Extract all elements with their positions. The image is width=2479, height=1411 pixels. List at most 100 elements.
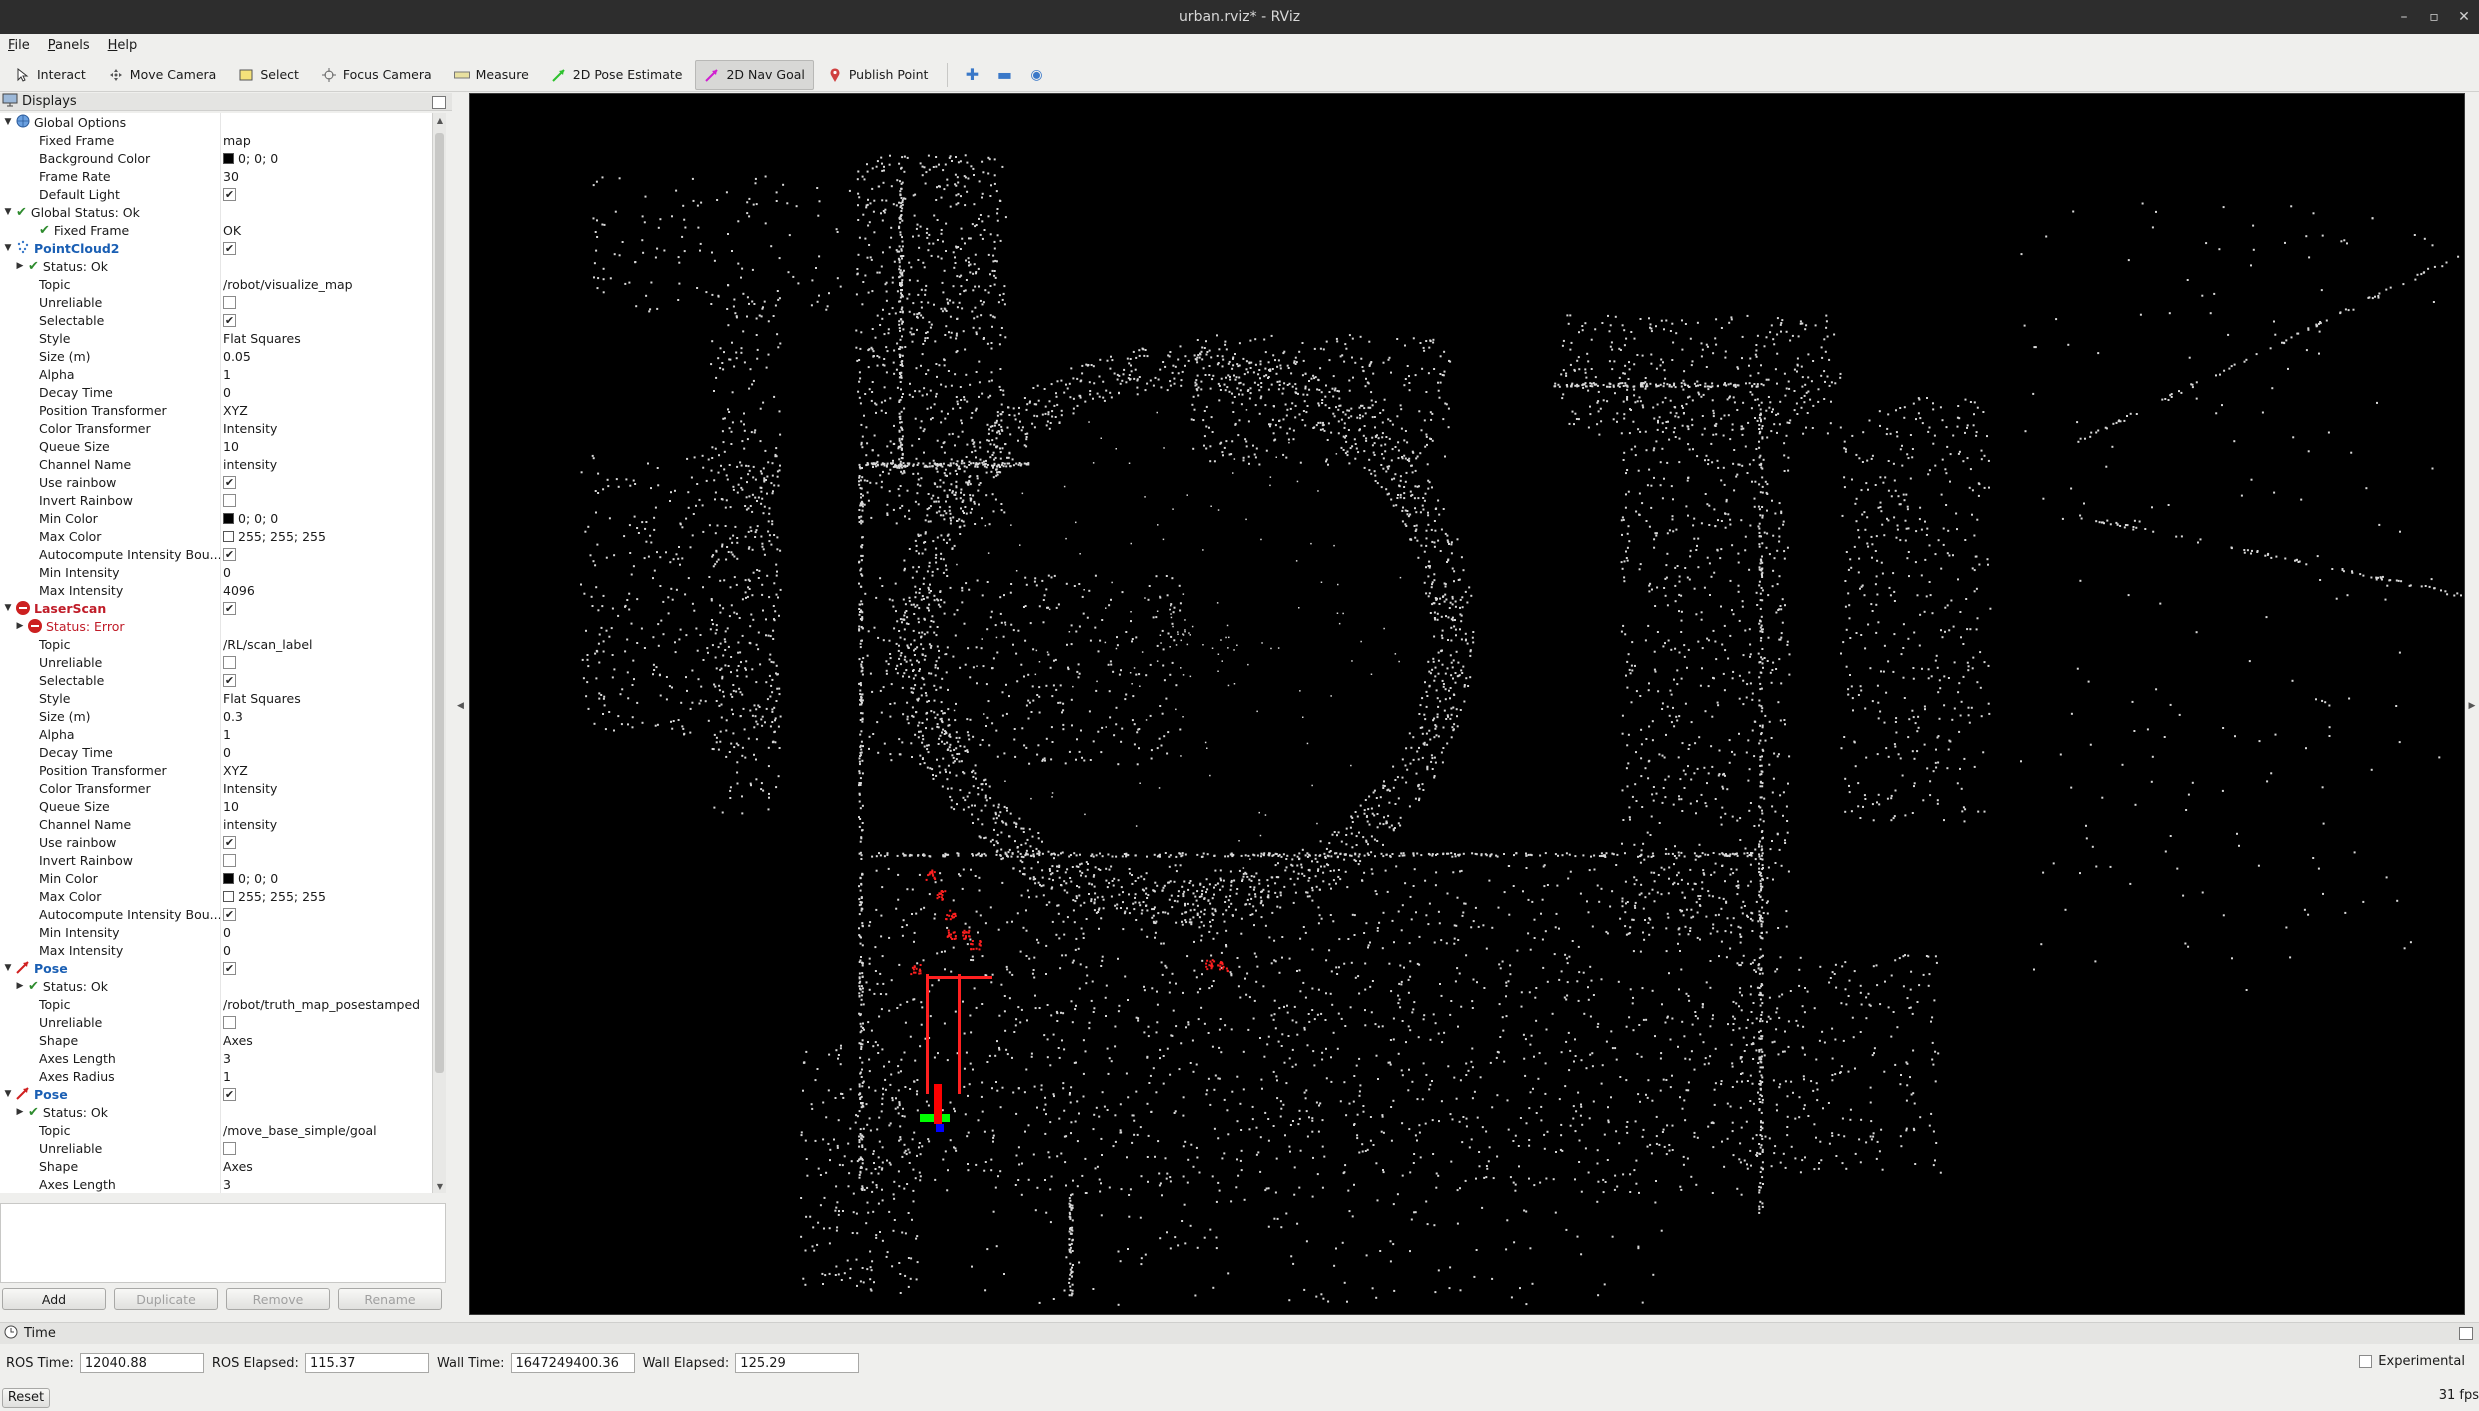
tree-row-value[interactable]: Intensity bbox=[223, 419, 277, 437]
color-swatch[interactable] bbox=[223, 512, 234, 524]
property-checkbox[interactable]: ✔ bbox=[223, 241, 236, 255]
tree-row-value[interactable]: ✔ bbox=[223, 599, 236, 617]
property-checkbox[interactable]: ✔ bbox=[223, 1087, 236, 1101]
tree-row-value[interactable] bbox=[223, 851, 236, 869]
rename-display-button[interactable]: Rename bbox=[338, 1288, 442, 1310]
tree-row[interactable]: Topic/move_base_simple/goal bbox=[0, 1121, 432, 1139]
tree-row-value[interactable]: ✔ bbox=[223, 239, 236, 257]
tree-row[interactable]: Unreliable bbox=[0, 1139, 432, 1157]
tree-row[interactable]: ▼ Pose ✔ bbox=[0, 959, 432, 977]
undock-button[interactable] bbox=[432, 96, 446, 109]
tree-row[interactable]: Background Color 0; 0; 0 bbox=[0, 149, 432, 167]
property-checkbox[interactable]: ✔ bbox=[223, 961, 236, 975]
tree-row-value[interactable]: 255; 255; 255 bbox=[223, 887, 326, 905]
tool-publish-point[interactable]: Publish Point bbox=[818, 60, 938, 90]
property-checkbox[interactable]: ✔ bbox=[223, 313, 236, 327]
tree-row[interactable]: Max Intensity 0 bbox=[0, 941, 432, 959]
tree-row[interactable]: Queue Size 10 bbox=[0, 437, 432, 455]
tree-row-value[interactable]: Flat Squares bbox=[223, 329, 301, 347]
collapse-arrow-icon[interactable]: ▼ bbox=[2, 1085, 14, 1103]
tree-row[interactable]: Position Transformer XYZ bbox=[0, 761, 432, 779]
tree-row[interactable]: Shape Axes bbox=[0, 1031, 432, 1049]
tree-row-value[interactable]: 0; 0; 0 bbox=[223, 509, 278, 527]
minimize-icon[interactable]: – bbox=[2389, 0, 2419, 34]
tree-row[interactable]: ▶ ✔ Status: Ok bbox=[0, 977, 432, 995]
display-tree-scrollbar[interactable]: ▲ ▼ bbox=[432, 113, 446, 1193]
tree-row-value[interactable]: ✔ bbox=[223, 959, 236, 977]
tree-row-value[interactable]: /robot/visualize_map bbox=[223, 275, 353, 293]
tree-row-value[interactable]: 10 bbox=[223, 437, 239, 455]
tree-row[interactable]: ▼ ✔ Global Status: Ok bbox=[0, 203, 432, 221]
add-tool-button[interactable]: ✚ bbox=[958, 61, 986, 89]
color-swatch[interactable] bbox=[223, 890, 234, 902]
tree-row[interactable]: Size (m) 0.05 bbox=[0, 347, 432, 365]
property-checkbox[interactable]: ✔ bbox=[223, 673, 236, 687]
tree-row-value[interactable]: ✔ bbox=[223, 545, 236, 563]
duplicate-display-button[interactable]: Duplicate bbox=[114, 1288, 218, 1310]
color-swatch[interactable] bbox=[223, 530, 234, 542]
scroll-down-icon[interactable]: ▼ bbox=[433, 1179, 447, 1193]
tool-focus-camera[interactable]: Focus Camera bbox=[312, 60, 441, 90]
tree-row[interactable]: ▶ ✔ Status: Ok bbox=[0, 1103, 432, 1121]
expand-arrow-icon[interactable]: ▶ bbox=[14, 617, 26, 635]
tree-row-value[interactable]: 3 bbox=[223, 1175, 231, 1193]
tree-row-value[interactable]: intensity bbox=[223, 455, 277, 473]
tree-row[interactable]: Selectable ✔ bbox=[0, 311, 432, 329]
tool-2d-nav-goal[interactable]: 2D Nav Goal bbox=[695, 59, 814, 90]
tree-row[interactable]: Max Intensity 4096 bbox=[0, 581, 432, 599]
tree-row[interactable]: Max Color 255; 255; 255 bbox=[0, 887, 432, 905]
tree-row[interactable]: Unreliable bbox=[0, 1013, 432, 1031]
tree-row[interactable]: Invert Rainbow bbox=[0, 491, 432, 509]
menu-help[interactable]: Help bbox=[108, 38, 138, 53]
tree-row[interactable]: ▼ Global Options bbox=[0, 113, 432, 131]
collapse-left-icon[interactable]: ◀ bbox=[457, 701, 464, 711]
tree-row[interactable]: Channel Name intensity bbox=[0, 815, 432, 833]
tree-row[interactable]: Color Transformer Intensity bbox=[0, 419, 432, 437]
tree-row-value[interactable] bbox=[223, 1139, 236, 1157]
tree-row-value[interactable]: intensity bbox=[223, 815, 277, 833]
tree-row-value[interactable]: Axes bbox=[223, 1031, 253, 1049]
tree-row[interactable]: Min Color 0; 0; 0 bbox=[0, 509, 432, 527]
tree-row-value[interactable]: ✔ bbox=[223, 473, 236, 491]
menu-file[interactable]: File bbox=[8, 38, 30, 53]
tree-row-value[interactable] bbox=[223, 1013, 236, 1031]
tree-row[interactable]: Unreliable bbox=[0, 293, 432, 311]
tree-row-value[interactable]: 0 bbox=[223, 383, 231, 401]
tree-row[interactable]: Position Transformer XYZ bbox=[0, 401, 432, 419]
tree-row[interactable]: Default Light ✔ bbox=[0, 185, 432, 203]
tree-row[interactable]: Decay Time 0 bbox=[0, 743, 432, 761]
tree-row[interactable]: Min Intensity 0 bbox=[0, 923, 432, 941]
collapse-arrow-icon[interactable]: ▼ bbox=[2, 599, 14, 617]
color-swatch[interactable] bbox=[223, 152, 234, 164]
tree-row-value[interactable]: ✔ bbox=[223, 185, 236, 203]
remove-tool-button[interactable]: ▬ bbox=[990, 61, 1018, 89]
tree-row[interactable]: Queue Size 10 bbox=[0, 797, 432, 815]
collapse-arrow-icon[interactable]: ▼ bbox=[2, 203, 14, 221]
tree-row[interactable]: Channel Name intensity bbox=[0, 455, 432, 473]
expand-arrow-icon[interactable]: ▶ bbox=[14, 1103, 26, 1121]
tree-row-value[interactable]: ✔ bbox=[223, 671, 236, 689]
tree-row-value[interactable]: 0 bbox=[223, 941, 231, 959]
tree-row[interactable]: ▶ Status: Error bbox=[0, 617, 432, 635]
tree-row[interactable]: ▼ Pose ✔ bbox=[0, 1085, 432, 1103]
tree-row[interactable]: Decay Time 0 bbox=[0, 383, 432, 401]
tree-row[interactable]: Topic/robot/truth_map_posestamped bbox=[0, 995, 432, 1013]
tree-row-value[interactable]: 0.05 bbox=[223, 347, 251, 365]
tree-row-value[interactable]: XYZ bbox=[223, 401, 248, 419]
remove-display-button[interactable]: Remove bbox=[226, 1288, 330, 1310]
color-swatch[interactable] bbox=[223, 872, 234, 884]
tree-row-value[interactable]: ✔ bbox=[223, 1085, 236, 1103]
maximize-icon[interactable]: ▫ bbox=[2419, 0, 2449, 34]
tree-row-value[interactable]: 30 bbox=[223, 167, 239, 185]
tree-row[interactable]: Alpha 1 bbox=[0, 365, 432, 383]
tree-row[interactable]: Min Color 0; 0; 0 bbox=[0, 869, 432, 887]
tree-row-value[interactable]: 10 bbox=[223, 797, 239, 815]
property-checkbox[interactable]: ✔ bbox=[223, 835, 236, 849]
tree-row-value[interactable]: /RL/scan_label bbox=[223, 635, 313, 653]
tree-row-value[interactable]: 255; 255; 255 bbox=[223, 527, 326, 545]
tree-row-value[interactable]: 0; 0; 0 bbox=[223, 869, 278, 887]
tree-row-value[interactable]: 0 bbox=[223, 923, 231, 941]
left-panel-splitter[interactable]: ◀ bbox=[452, 93, 469, 1318]
tree-row-value[interactable] bbox=[223, 293, 236, 311]
tree-row-value[interactable]: Axes bbox=[223, 1157, 253, 1175]
